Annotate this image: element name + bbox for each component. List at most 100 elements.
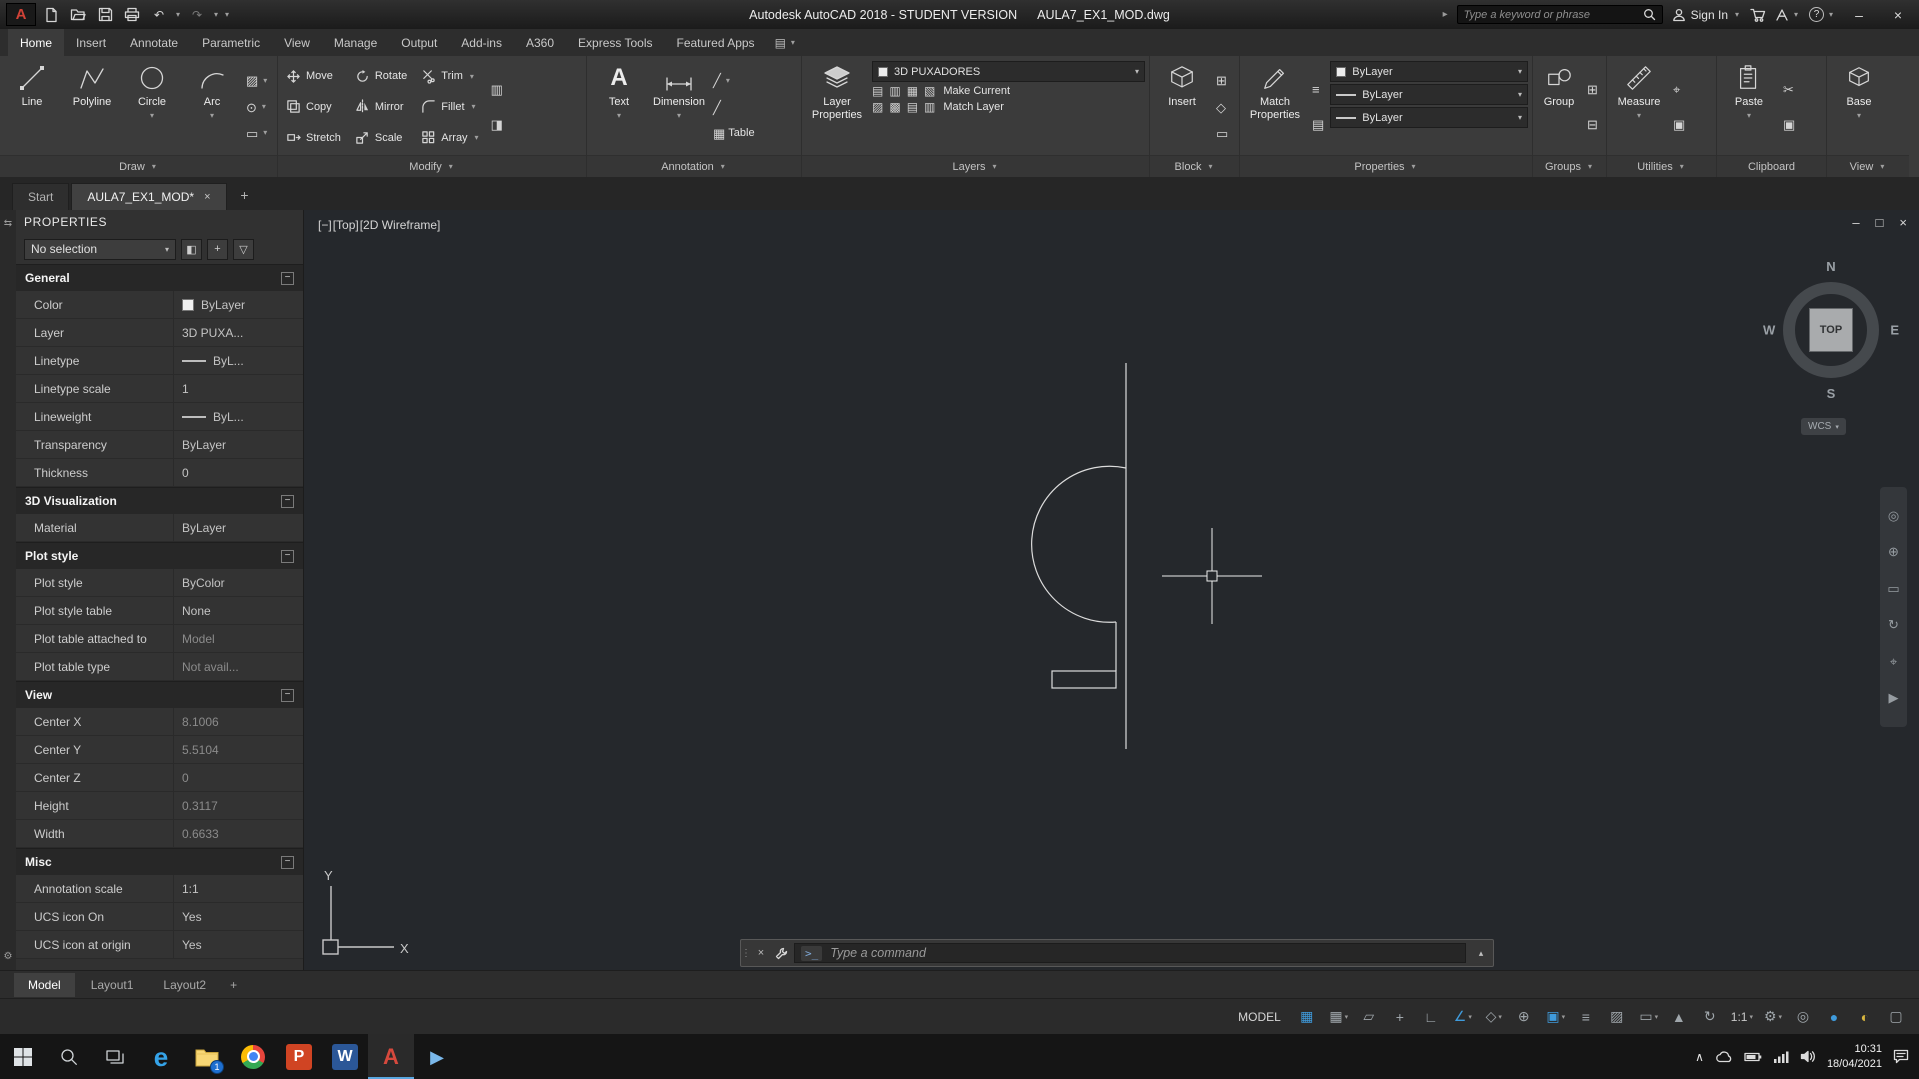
draw-tool-button[interactable]: ⊙ ▾ <box>244 101 271 114</box>
word-icon[interactable]: W <box>322 1034 368 1079</box>
status-icon[interactable]: ⚙ ▾ <box>1761 1005 1785 1029</box>
multileader-button[interactable]: ╱ <box>711 101 757 114</box>
sign-in-dropdown[interactable]: ▾ <box>1733 10 1741 19</box>
new-drawing-tab-button[interactable]: + <box>233 183 257 207</box>
command-history-icon[interactable]: ▴ <box>1469 940 1493 966</box>
status-icon[interactable]: ↻ <box>1699 1005 1723 1029</box>
arc-flyout[interactable]: ▾ <box>208 111 216 120</box>
panel-modify-label[interactable]: Modify ▾ <box>278 155 586 177</box>
search-input[interactable]: Type a keyword or phrase <box>1456 5 1663 24</box>
navigation-tool-icon[interactable]: ↻ <box>1888 617 1899 633</box>
layout-tab[interactable]: Model <box>14 972 75 997</box>
taskbar-clock[interactable]: 10:31 18/04/2021 <box>1827 1042 1882 1072</box>
property-value[interactable]: 1 <box>174 375 303 402</box>
property-value[interactable]: Not avail... <box>174 653 303 680</box>
redo-dropdown[interactable]: ▾ <box>212 10 220 19</box>
clipboard-tool-button[interactable]: ✂ <box>1781 83 1797 96</box>
property-value[interactable]: 0 <box>174 764 303 791</box>
block-tool-button[interactable]: ◇ <box>1214 101 1230 114</box>
status-icon[interactable]: ▦ <box>1296 1005 1320 1029</box>
trim-button[interactable]: Trim ▾ <box>419 61 482 92</box>
layout-tab[interactable]: Layout2 <box>149 973 220 997</box>
array-flyout[interactable]: ▾ <box>473 133 481 142</box>
viewcube-top-face[interactable]: TOP <box>1809 308 1853 352</box>
command-close-icon[interactable]: × <box>751 940 771 966</box>
utility-tool-button[interactable]: ▣ <box>1671 118 1687 131</box>
text-button[interactable]: A Text ▾ <box>591 59 647 155</box>
paste-button[interactable]: Paste ▾ <box>1721 59 1777 155</box>
network-icon[interactable] <box>1773 1051 1789 1063</box>
layer-tool-icon[interactable]: ▨ <box>872 100 883 114</box>
selection-dropdown[interactable]: No selection ▾ <box>24 238 176 260</box>
object-color-dropdown[interactable]: ByLayer ▾ <box>1330 61 1528 82</box>
panel-utilities-label[interactable]: Utilities ▾ <box>1607 155 1716 177</box>
layer-tool-icon[interactable]: ▥ <box>889 84 900 98</box>
hidden-icons-chevron[interactable]: ∧ <box>1695 1050 1704 1064</box>
collapse-icon[interactable]: − <box>281 271 294 285</box>
open-file-button[interactable] <box>66 4 90 26</box>
file-tab-drawing[interactable]: AULA7_EX1_MOD* × <box>71 183 227 210</box>
search-button[interactable] <box>46 1034 92 1079</box>
status-icon-caret[interactable]: ▾ <box>1498 1013 1502 1021</box>
section-misc[interactable]: Misc − <box>16 848 303 875</box>
property-value[interactable]: ByLayer <box>174 431 303 458</box>
array-button[interactable]: Array ▾ <box>419 122 482 153</box>
paste-flyout[interactable]: ▾ <box>1745 111 1753 120</box>
ribbon-tab[interactable]: Output <box>389 29 449 56</box>
status-icon-caret[interactable]: ▾ <box>1655 1013 1659 1021</box>
command-line[interactable]: ⋮ × >_ Type a command ▴ <box>740 939 1494 967</box>
status-icon[interactable]: ∠ ▾ <box>1451 1005 1475 1029</box>
viewcube-south[interactable]: S <box>1756 386 1906 401</box>
status-icon[interactable]: ◐ <box>1854 1005 1878 1029</box>
viewport-visual-style-control[interactable]: [2D Wireframe] <box>360 218 441 232</box>
ribbon-options-dropdown[interactable]: ▾ <box>789 38 797 47</box>
block-tool-button[interactable]: ⊞ <box>1214 74 1230 87</box>
layer-tool-icon[interactable]: ▦ <box>907 84 918 98</box>
command-input[interactable]: >_ Type a command <box>794 943 1466 963</box>
section-view[interactable]: View − <box>16 681 303 708</box>
status-icon[interactable]: ≡ <box>1575 1005 1599 1029</box>
collapse-icon[interactable]: − <box>281 549 294 563</box>
mirror-button[interactable]: Mirror <box>353 92 409 123</box>
undo-button[interactable]: ↶ <box>147 4 171 26</box>
ribbon-tab[interactable]: Annotate <box>118 29 190 56</box>
properties-tool-button[interactable]: ▤ <box>1310 118 1326 131</box>
navigation-tool-icon[interactable]: ▶ <box>1889 690 1899 706</box>
modify-tool-button[interactable]: ▥ <box>489 83 505 96</box>
property-value[interactable]: ByLayer <box>174 514 303 541</box>
new-file-button[interactable] <box>39 4 63 26</box>
viewport-view-control[interactable]: [Top] <box>333 218 359 232</box>
linetype-dropdown[interactable]: ByLayer ▾ <box>1330 84 1528 105</box>
help-button[interactable]: ? ▾ <box>1809 7 1835 22</box>
navigation-bar[interactable]: ◎ ⊕ ▭ ↻ ⌖ ▶ <box>1880 487 1907 727</box>
panel-annotation-label[interactable]: Annotation ▾ <box>587 155 801 177</box>
save-button[interactable] <box>93 4 117 26</box>
palette-settings-icon[interactable]: ⚙ <box>4 951 13 962</box>
viewcube-west[interactable]: W <box>1763 323 1775 338</box>
ribbon-tab[interactable]: Manage <box>322 29 389 56</box>
draw-tool-button[interactable]: ▨ ▾ <box>244 74 271 87</box>
stretch-button[interactable]: Stretch <box>284 122 343 153</box>
command-tools-icon[interactable] <box>771 940 791 966</box>
file-explorer-icon[interactable]: 1 <box>184 1034 230 1079</box>
status-icon[interactable]: ⊕ <box>1513 1005 1537 1029</box>
sign-in-button[interactable]: Sign In ▾ <box>1672 8 1741 22</box>
qat-customize-dropdown[interactable]: ▾ <box>223 10 231 19</box>
viewport-menu-control[interactable]: [−] <box>318 218 332 232</box>
file-tab-close-icon[interactable]: × <box>204 191 210 203</box>
doc-minimize-icon[interactable]: – <box>1852 215 1859 230</box>
viewcube[interactable]: N S W E TOP <box>1756 255 1906 405</box>
ribbon-tab[interactable]: Express Tools <box>566 29 664 56</box>
clipboard-tool-button[interactable]: ▣ <box>1781 118 1797 131</box>
base-flyout[interactable]: ▾ <box>1855 111 1863 120</box>
property-value[interactable]: 3D PUXA... <box>174 319 303 346</box>
select-objects-button[interactable]: + <box>207 238 228 260</box>
status-icon-caret[interactable]: ▾ <box>1749 1013 1753 1021</box>
match-layer-button[interactable]: Match Layer <box>943 101 1004 113</box>
drawing-canvas[interactable]: Y X [−] [Top] [2D Wireframe] – □ × N S W… <box>304 210 1919 970</box>
property-value[interactable]: 1:1 <box>174 875 303 902</box>
ribbon-tab[interactable]: Home <box>8 29 65 56</box>
collapse-icon[interactable]: − <box>281 688 294 702</box>
palette-autohide-icon[interactable]: ⇆ <box>4 218 12 229</box>
group-button[interactable]: Group <box>1537 59 1581 155</box>
